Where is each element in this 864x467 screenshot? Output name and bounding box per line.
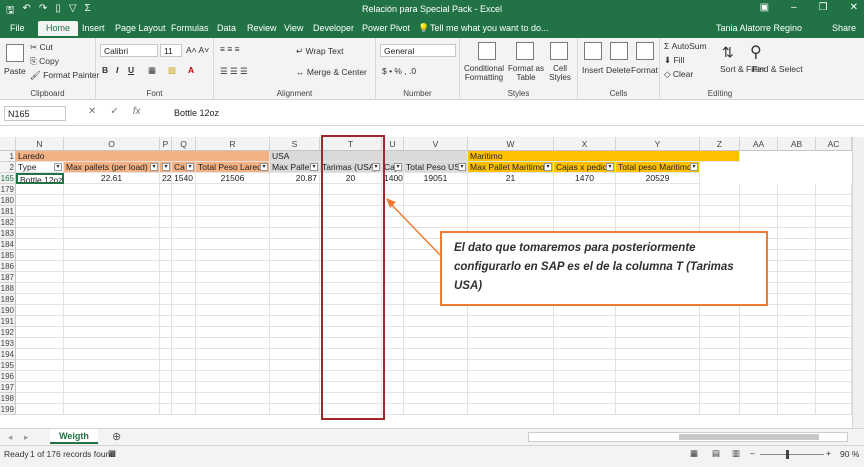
zoom-in-icon[interactable]: +	[826, 448, 831, 458]
horizontal-scrollbar[interactable]	[528, 432, 848, 442]
page-layout-view-icon[interactable]: ▤	[712, 448, 720, 459]
zoom-slider-thumb[interactable]	[786, 450, 789, 459]
annotation-callout: El dato que tomaremos para posteriorment…	[440, 231, 768, 306]
status-bar: Ready 1 of 176 records found ▦ ▦ ▤ ▥ – +…	[0, 445, 864, 467]
sheet-tab-bar: ◂ ▸ Weigth ⊕	[0, 428, 864, 445]
prev-sheet-icon[interactable]: ◂	[8, 432, 12, 443]
macro-record-icon[interactable]: ▦	[108, 448, 116, 459]
normal-view-icon[interactable]: ▦	[690, 448, 698, 459]
scroll-thumb[interactable]	[679, 434, 819, 440]
status-records: 1 of 176 records found	[30, 449, 116, 459]
zoom-slider[interactable]	[760, 454, 824, 455]
next-sheet-icon[interactable]: ▸	[24, 432, 28, 443]
sheet-tab-weigth[interactable]: Weigth	[50, 429, 98, 444]
zoom-level[interactable]: 90 %	[840, 449, 859, 459]
page-break-view-icon[interactable]: ▥	[732, 448, 740, 459]
zoom-out-icon[interactable]: –	[750, 448, 755, 458]
status-ready: Ready	[4, 449, 29, 459]
add-sheet-icon[interactable]: ⊕	[112, 430, 121, 443]
